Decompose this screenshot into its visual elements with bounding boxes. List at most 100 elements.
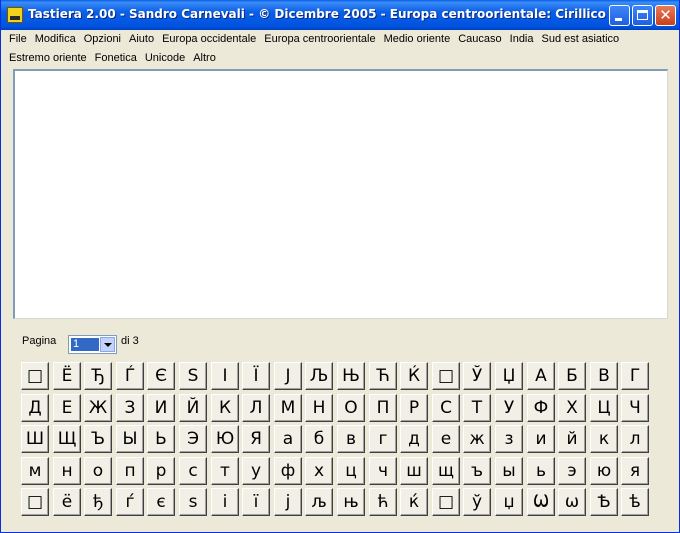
- key-r4-c3[interactable]: о: [84, 457, 112, 485]
- key-r2-c10[interactable]: Н: [305, 394, 333, 422]
- key-r2-c6[interactable]: Й: [179, 394, 207, 422]
- menu-file[interactable]: File: [5, 30, 31, 49]
- key-r2-c11[interactable]: О: [337, 394, 365, 422]
- key-r2-c18[interactable]: Х: [558, 394, 586, 422]
- key-r3-c18[interactable]: й: [558, 425, 586, 453]
- key-r4-c19[interactable]: ю: [590, 457, 618, 485]
- key-r5-c10[interactable]: љ: [305, 488, 333, 516]
- key-r3-c19[interactable]: к: [590, 425, 618, 453]
- key-r2-c19[interactable]: Ц: [590, 394, 618, 422]
- key-r5-c3[interactable]: ђ: [84, 488, 112, 516]
- key-r1-c1[interactable]: □: [21, 362, 49, 390]
- key-r4-c6[interactable]: с: [179, 457, 207, 485]
- key-r3-c13[interactable]: д: [400, 425, 428, 453]
- menu-modifica[interactable]: Modifica: [31, 30, 80, 49]
- key-r5-c14[interactable]: □: [432, 488, 460, 516]
- key-r1-c17[interactable]: А: [527, 362, 555, 390]
- key-r2-c7[interactable]: К: [211, 394, 239, 422]
- key-r2-c12[interactable]: П: [369, 394, 397, 422]
- key-r3-c11[interactable]: в: [337, 425, 365, 453]
- key-r5-c4[interactable]: ѓ: [116, 488, 144, 516]
- key-r3-c14[interactable]: е: [432, 425, 460, 453]
- key-r1-c3[interactable]: Ђ: [84, 362, 112, 390]
- key-r3-c4[interactable]: Ы: [116, 425, 144, 453]
- key-r1-c12[interactable]: Ћ: [369, 362, 397, 390]
- key-r5-c2[interactable]: ё: [53, 488, 81, 516]
- key-r3-c3[interactable]: Ъ: [84, 425, 112, 453]
- menu-europa-centroorientale[interactable]: Europa centroorientale: [260, 30, 379, 49]
- key-r4-c9[interactable]: ф: [274, 457, 302, 485]
- key-r2-c17[interactable]: Ф: [527, 394, 555, 422]
- key-r4-c17[interactable]: ь: [527, 457, 555, 485]
- key-r5-c8[interactable]: ї: [242, 488, 270, 516]
- key-r3-c5[interactable]: Ь: [147, 425, 175, 453]
- menu-altro[interactable]: Altro: [189, 49, 220, 68]
- key-r3-c7[interactable]: Ю: [211, 425, 239, 453]
- key-r5-c13[interactable]: ќ: [400, 488, 428, 516]
- key-r3-c15[interactable]: ж: [463, 425, 491, 453]
- key-r5-c11[interactable]: њ: [337, 488, 365, 516]
- key-r3-c20[interactable]: л: [621, 425, 649, 453]
- menu-opzioni[interactable]: Opzioni: [80, 30, 125, 49]
- page-select[interactable]: 1: [68, 335, 117, 354]
- key-r2-c2[interactable]: Е: [53, 394, 81, 422]
- key-r2-c3[interactable]: Ж: [84, 394, 112, 422]
- key-r4-c7[interactable]: т: [211, 457, 239, 485]
- menu-sud-est-asiatico[interactable]: Sud est asiatico: [538, 30, 624, 49]
- app-icon[interactable]: [7, 7, 23, 23]
- key-r1-c20[interactable]: Г: [621, 362, 649, 390]
- key-r5-c7[interactable]: і: [211, 488, 239, 516]
- key-r4-c12[interactable]: ч: [369, 457, 397, 485]
- key-r1-c19[interactable]: В: [590, 362, 618, 390]
- title-bar[interactable]: Tastiera 2.00 - Sandro Carnevali - © Dic…: [1, 0, 679, 30]
- minimize-button[interactable]: [609, 5, 630, 26]
- menu-fonetica[interactable]: Fonetica: [91, 49, 141, 68]
- menu-caucaso[interactable]: Caucaso: [454, 30, 505, 49]
- key-r2-c20[interactable]: Ч: [621, 394, 649, 422]
- key-r1-c4[interactable]: Ѓ: [116, 362, 144, 390]
- key-r4-c14[interactable]: щ: [432, 457, 460, 485]
- key-r3-c1[interactable]: Ш: [21, 425, 49, 453]
- key-r2-c5[interactable]: И: [147, 394, 175, 422]
- key-r3-c16[interactable]: з: [495, 425, 523, 453]
- key-r3-c9[interactable]: а: [274, 425, 302, 453]
- key-r1-c14[interactable]: □: [432, 362, 460, 390]
- key-r1-c5[interactable]: Є: [147, 362, 175, 390]
- key-r5-c12[interactable]: ћ: [369, 488, 397, 516]
- key-r5-c1[interactable]: □: [21, 488, 49, 516]
- key-r4-c8[interactable]: у: [242, 457, 270, 485]
- key-r4-c13[interactable]: ш: [400, 457, 428, 485]
- key-r4-c16[interactable]: ы: [495, 457, 523, 485]
- key-r2-c16[interactable]: У: [495, 394, 523, 422]
- key-r1-c15[interactable]: Ў: [463, 362, 491, 390]
- key-r2-c1[interactable]: Д: [21, 394, 49, 422]
- key-r1-c7[interactable]: І: [211, 362, 239, 390]
- key-r1-c11[interactable]: Њ: [337, 362, 365, 390]
- key-r1-c10[interactable]: Љ: [305, 362, 333, 390]
- menu-aiuto[interactable]: Aiuto: [125, 30, 158, 49]
- key-r5-c5[interactable]: є: [147, 488, 175, 516]
- key-r1-c2[interactable]: Ё: [53, 362, 81, 390]
- key-r4-c18[interactable]: э: [558, 457, 586, 485]
- key-r3-c12[interactable]: г: [369, 425, 397, 453]
- key-r2-c13[interactable]: Р: [400, 394, 428, 422]
- key-r4-c1[interactable]: м: [21, 457, 49, 485]
- text-editor[interactable]: [13, 69, 668, 319]
- key-r3-c10[interactable]: б: [305, 425, 333, 453]
- key-r5-c18[interactable]: ѡ: [558, 488, 586, 516]
- key-r2-c15[interactable]: Т: [463, 394, 491, 422]
- key-r4-c15[interactable]: ъ: [463, 457, 491, 485]
- key-r5-c20[interactable]: ѣ: [621, 488, 649, 516]
- menu-estremo-oriente[interactable]: Estremo oriente: [5, 49, 91, 68]
- key-r3-c8[interactable]: Я: [242, 425, 270, 453]
- menu-unicode[interactable]: Unicode: [141, 49, 189, 68]
- chevron-down-icon[interactable]: [100, 337, 115, 352]
- key-r4-c10[interactable]: х: [305, 457, 333, 485]
- key-r4-c11[interactable]: ц: [337, 457, 365, 485]
- key-r1-c13[interactable]: Ќ: [400, 362, 428, 390]
- key-r1-c18[interactable]: Б: [558, 362, 586, 390]
- key-r4-c2[interactable]: н: [53, 457, 81, 485]
- key-r2-c8[interactable]: Л: [242, 394, 270, 422]
- key-r1-c6[interactable]: S: [179, 362, 207, 390]
- key-r3-c2[interactable]: Щ: [53, 425, 81, 453]
